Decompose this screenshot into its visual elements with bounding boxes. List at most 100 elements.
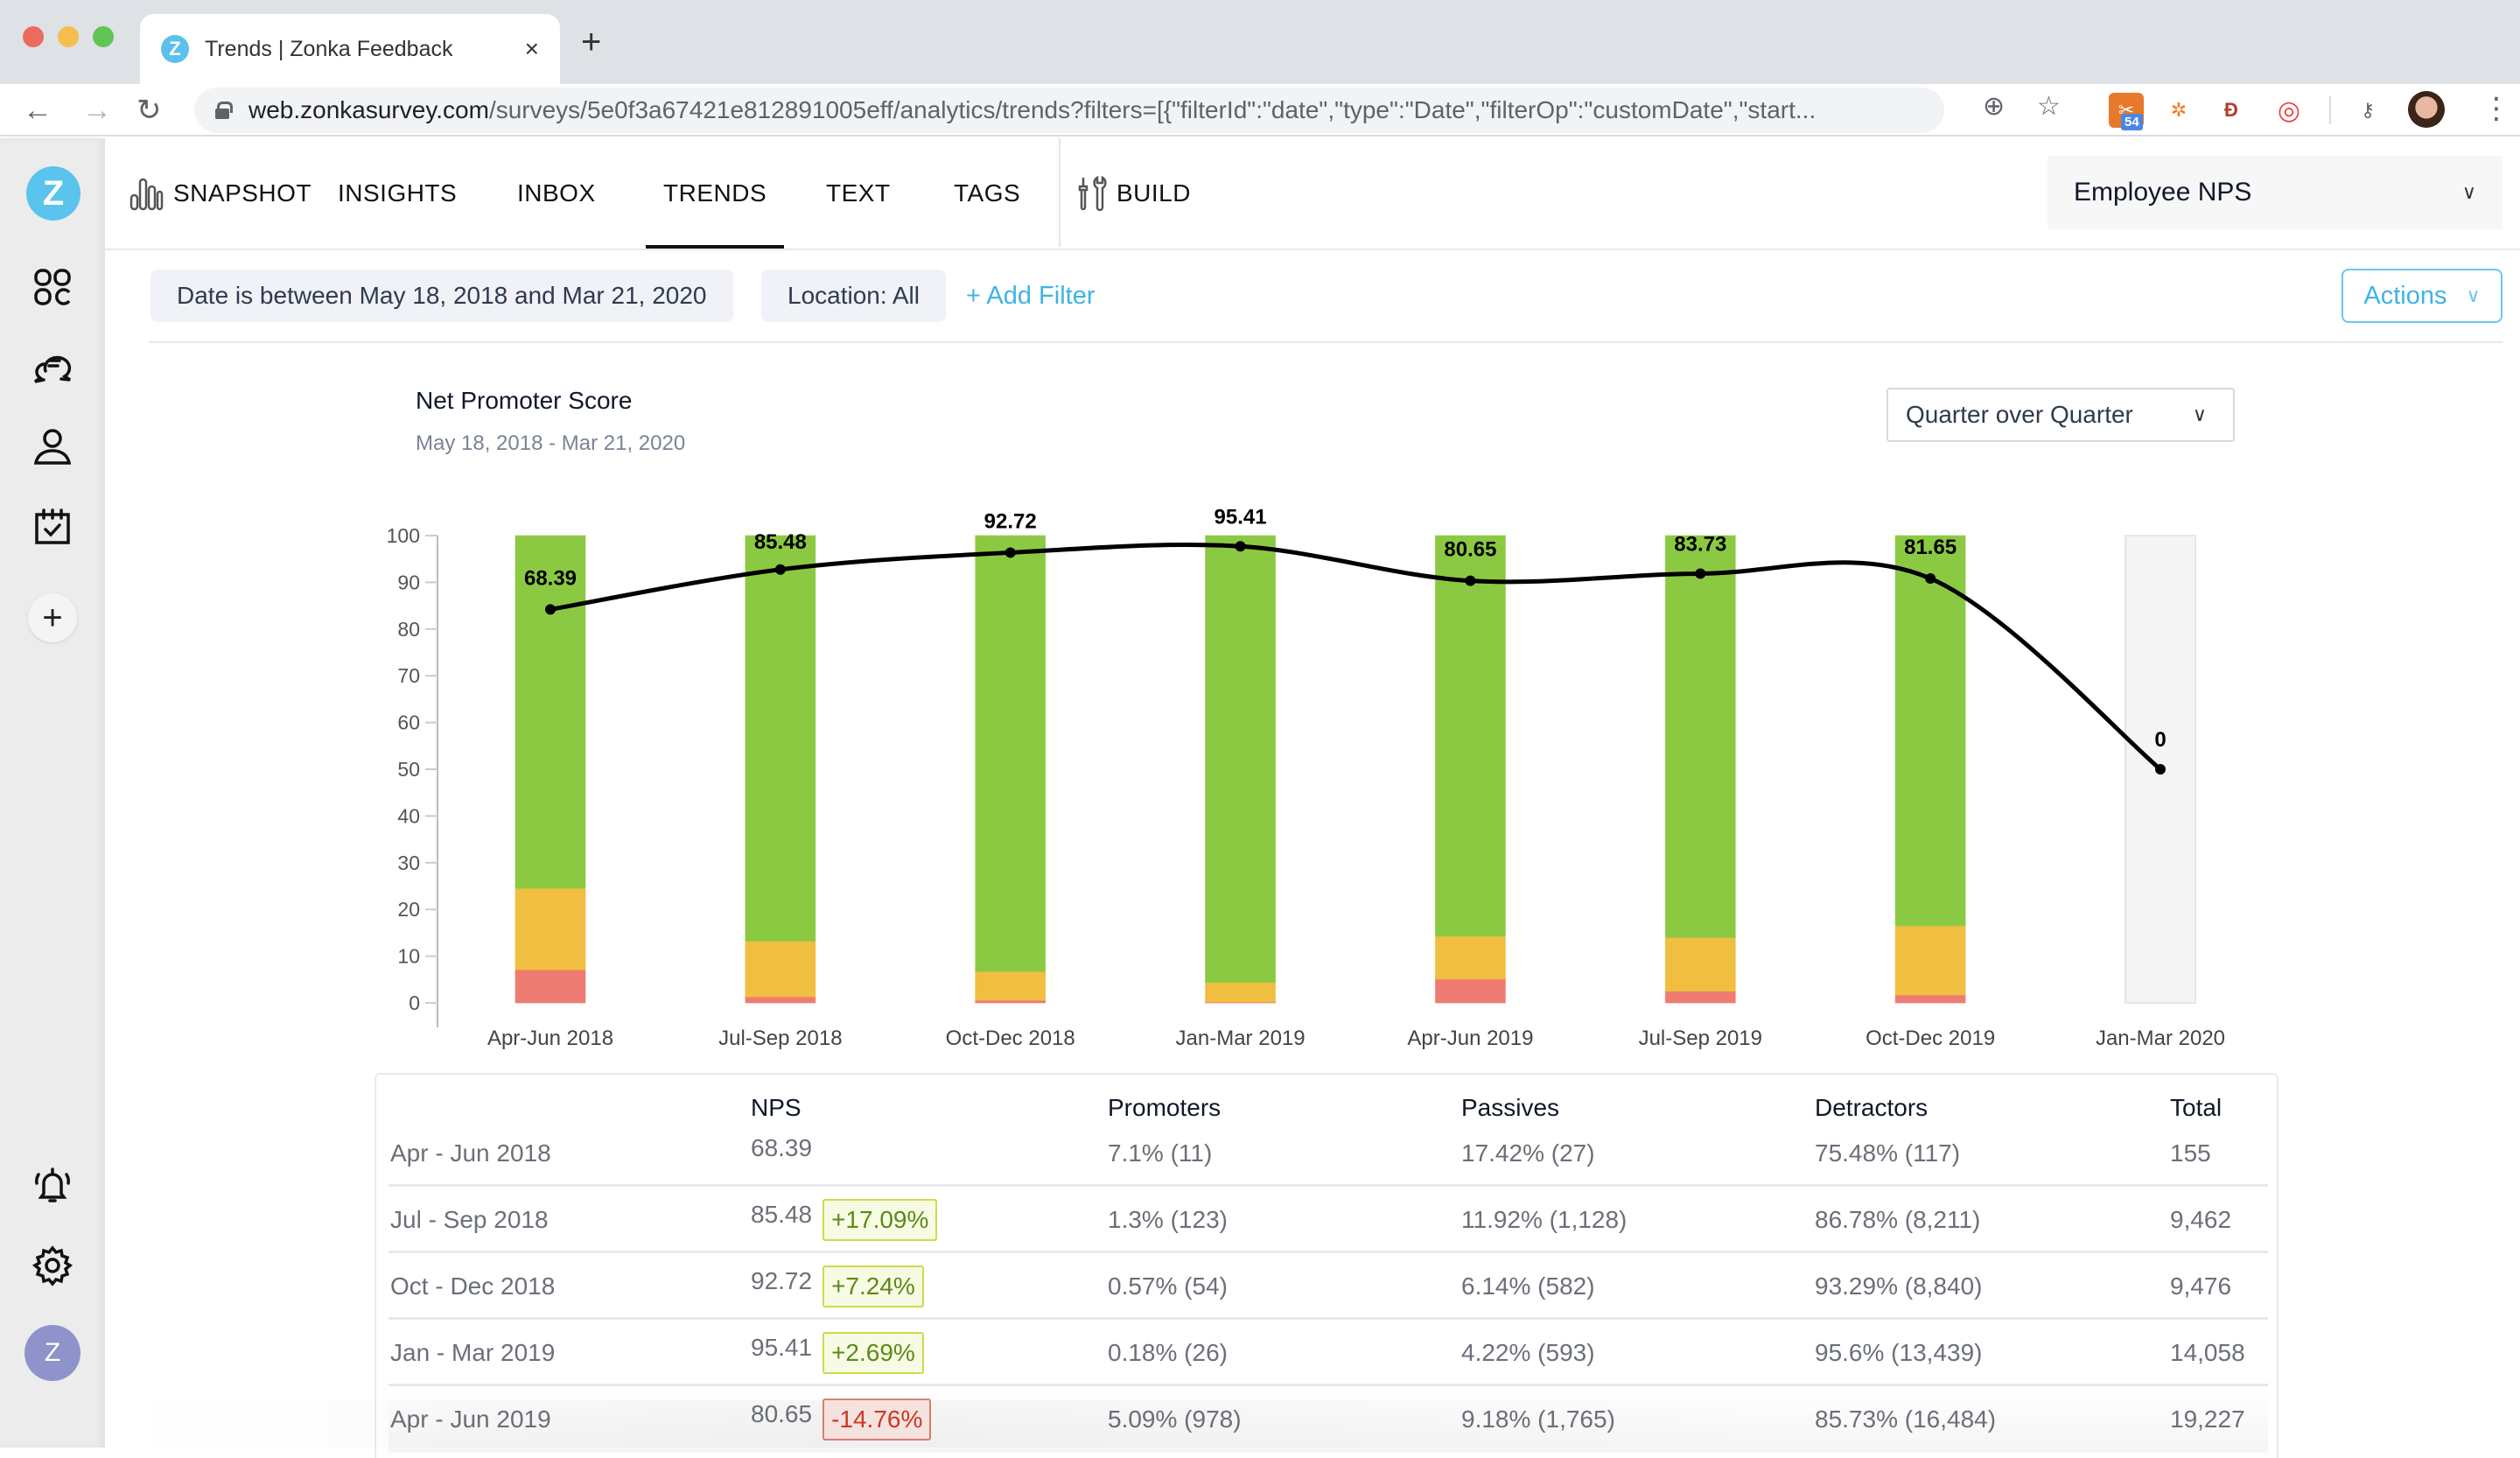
column-header-passives: Passives bbox=[1461, 1094, 1560, 1121]
bar-detractors bbox=[1434, 978, 1506, 1004]
table-row: Jan - Mar 2019 95.41 +2.69% 0.18% (26) 4.22%… bbox=[388, 1320, 2268, 1386]
y-tick-label: 100 bbox=[387, 524, 420, 547]
bar-passives bbox=[1894, 925, 1966, 996]
cell-total: 19,227 bbox=[2170, 1405, 2245, 1433]
nps-data-label: 83.73 bbox=[1674, 532, 1726, 556]
toolbar-divider bbox=[2329, 96, 2331, 124]
x-tick-label: Jul-Sep 2019 bbox=[1639, 1027, 1762, 1050]
extension-d-icon[interactable]: Ð bbox=[2214, 93, 2249, 128]
cell-period: Apr - Jun 2019 bbox=[390, 1405, 551, 1433]
nps-data-label: 85.48 bbox=[754, 530, 807, 554]
tab-insights[interactable]: INSIGHTS bbox=[338, 138, 457, 249]
cell-passives: 9.18% (1,765) bbox=[1461, 1405, 1615, 1433]
forward-icon[interactable]: → bbox=[82, 91, 112, 130]
cell-passives: 11.92% (1,128) bbox=[1461, 1206, 1628, 1233]
browser-tab-strip: Z Trends | Zonka Feedback × + bbox=[0, 0, 2520, 84]
cell-nps: 68.39 bbox=[751, 1120, 812, 1187]
add-filter-link[interactable]: + Add Filter bbox=[966, 270, 1096, 322]
hubspot-icon[interactable]: ✲ bbox=[2161, 93, 2196, 128]
add-button[interactable]: + bbox=[28, 593, 77, 642]
tab-build[interactable]: BUILD bbox=[1076, 138, 1191, 249]
nps-change-badge: +2.69% bbox=[822, 1332, 924, 1374]
period-select-value: Quarter over Quarter bbox=[1906, 401, 2133, 428]
nps-table: NPS Promoters Passives Detractors Total … bbox=[374, 1073, 2278, 1458]
nps-data-label: 80.65 bbox=[1444, 538, 1496, 562]
grid-icon bbox=[34, 269, 71, 305]
url-host: web.zonkasurvey.com bbox=[248, 96, 489, 123]
tab-tags[interactable]: TAGS bbox=[954, 138, 1020, 249]
tab-trends[interactable]: TRENDS bbox=[646, 138, 785, 249]
key-icon[interactable]: ⚷ bbox=[2350, 93, 2385, 128]
new-tab-button[interactable]: + bbox=[581, 23, 601, 61]
filter-chip-location[interactable]: Location: All bbox=[761, 270, 946, 322]
window-close-button[interactable] bbox=[23, 26, 44, 47]
cell-total: 9,462 bbox=[2170, 1206, 2232, 1233]
bookmark-star-icon[interactable]: ☆ bbox=[2037, 91, 2061, 122]
column-header-total: Total bbox=[2170, 1094, 2222, 1121]
filter-chip-date[interactable]: Date is between May 18, 2018 and Mar 21,… bbox=[150, 270, 733, 322]
nps-value: 95.41 bbox=[751, 1334, 813, 1361]
tab-close-icon[interactable]: × bbox=[525, 35, 539, 63]
sidebar-item-notifications[interactable] bbox=[32, 1164, 74, 1206]
actions-button[interactable]: Actions ∨ bbox=[2342, 269, 2502, 323]
bar-detractors bbox=[514, 969, 586, 1004]
window-minimize-button[interactable] bbox=[58, 26, 79, 47]
bar-promoters bbox=[1434, 535, 1506, 937]
sidebar-item-contacts[interactable] bbox=[32, 425, 74, 467]
extension-spiral-icon[interactable]: ◎ bbox=[2272, 93, 2306, 128]
nps-value: 92.72 bbox=[751, 1267, 813, 1294]
y-tick-label: 40 bbox=[397, 804, 420, 827]
menu-kebab-icon[interactable]: ⋮ bbox=[2482, 91, 2511, 126]
tab-snapshot[interactable]: SNAPSHOT bbox=[130, 138, 312, 249]
zonka-logo[interactable]: Z bbox=[26, 166, 80, 221]
sidebar-item-settings[interactable] bbox=[32, 1244, 74, 1286]
cell-detractors: 86.78% (8,211) bbox=[1815, 1206, 1981, 1233]
period-select[interactable]: Quarter over Quarter ∨ bbox=[1886, 388, 2235, 442]
bar-detractors bbox=[1664, 991, 1736, 1004]
nps-point bbox=[1004, 547, 1016, 558]
address-bar[interactable]: web.zonkasurvey.com /surveys/5e0f3a67421… bbox=[194, 88, 1944, 133]
user-avatar[interactable]: Z bbox=[24, 1325, 80, 1381]
tab-label: TRENDS bbox=[663, 179, 767, 207]
reload-icon[interactable]: ↻ bbox=[136, 91, 162, 130]
cell-nps: 95.41 +2.69% bbox=[751, 1320, 924, 1386]
sidebar-item-tasks[interactable] bbox=[32, 506, 74, 548]
back-icon[interactable]: ← bbox=[23, 91, 52, 130]
nps-change-badge: +17.09% bbox=[822, 1199, 938, 1241]
cell-detractors: 75.48% (117) bbox=[1815, 1139, 1961, 1167]
cell-nps: 85.48 +17.09% bbox=[751, 1187, 938, 1253]
x-tick-label: Apr-Jun 2018 bbox=[487, 1027, 613, 1050]
nps-data-label: 0 bbox=[2154, 728, 2166, 752]
y-tick-label: 10 bbox=[397, 945, 420, 968]
bar-promoters bbox=[1664, 535, 1736, 938]
sidebar-item-responses[interactable] bbox=[32, 345, 74, 387]
extension-icon[interactable]: ✂ 54 bbox=[2109, 93, 2144, 130]
browser-tab-active[interactable]: Z Trends | Zonka Feedback × bbox=[140, 14, 560, 84]
tab-inbox[interactable]: INBOX bbox=[517, 138, 596, 249]
y-tick-label: 50 bbox=[397, 758, 420, 781]
bar-promoters bbox=[1205, 535, 1277, 984]
cell-promoters: 7.1% (11) bbox=[1108, 1139, 1213, 1167]
x-tick-label: Jul-Sep 2018 bbox=[718, 1027, 842, 1050]
add-to-page-icon[interactable]: ⊕ bbox=[1983, 91, 2005, 122]
cell-nps: 92.72 +7.24% bbox=[751, 1253, 924, 1320]
bar-passives bbox=[514, 887, 586, 971]
profile-avatar[interactable] bbox=[2408, 91, 2445, 128]
sidebar-item-dashboard[interactable] bbox=[32, 266, 74, 308]
window-zoom-button[interactable] bbox=[93, 26, 114, 47]
bar-passives bbox=[745, 940, 816, 998]
y-tick-label: 30 bbox=[397, 852, 420, 874]
survey-select[interactable]: Employee NPS ∨ bbox=[2048, 156, 2502, 229]
column-header-promoters: Promoters bbox=[1108, 1094, 1222, 1121]
cell-passives: 6.14% (582) bbox=[1461, 1272, 1595, 1300]
app-top-nav: SNAPSHOT INSIGHTS INBOX TRENDS TEXT TAGS… bbox=[105, 138, 2520, 250]
bar-chart-icon bbox=[130, 178, 164, 211]
tab-text[interactable]: TEXT bbox=[826, 138, 891, 249]
gear-icon bbox=[32, 1245, 74, 1286]
chevron-down-icon: ∨ bbox=[2192, 403, 2207, 425]
cell-passives: 17.42% (27) bbox=[1461, 1139, 1595, 1167]
browser-toolbar: ← → ↻ web.zonkasurvey.com /surveys/5e0f3… bbox=[0, 84, 2520, 137]
tools-icon bbox=[1078, 176, 1107, 211]
zonka-favicon-icon: Z bbox=[161, 35, 189, 63]
bar-promoters bbox=[1894, 535, 1966, 927]
